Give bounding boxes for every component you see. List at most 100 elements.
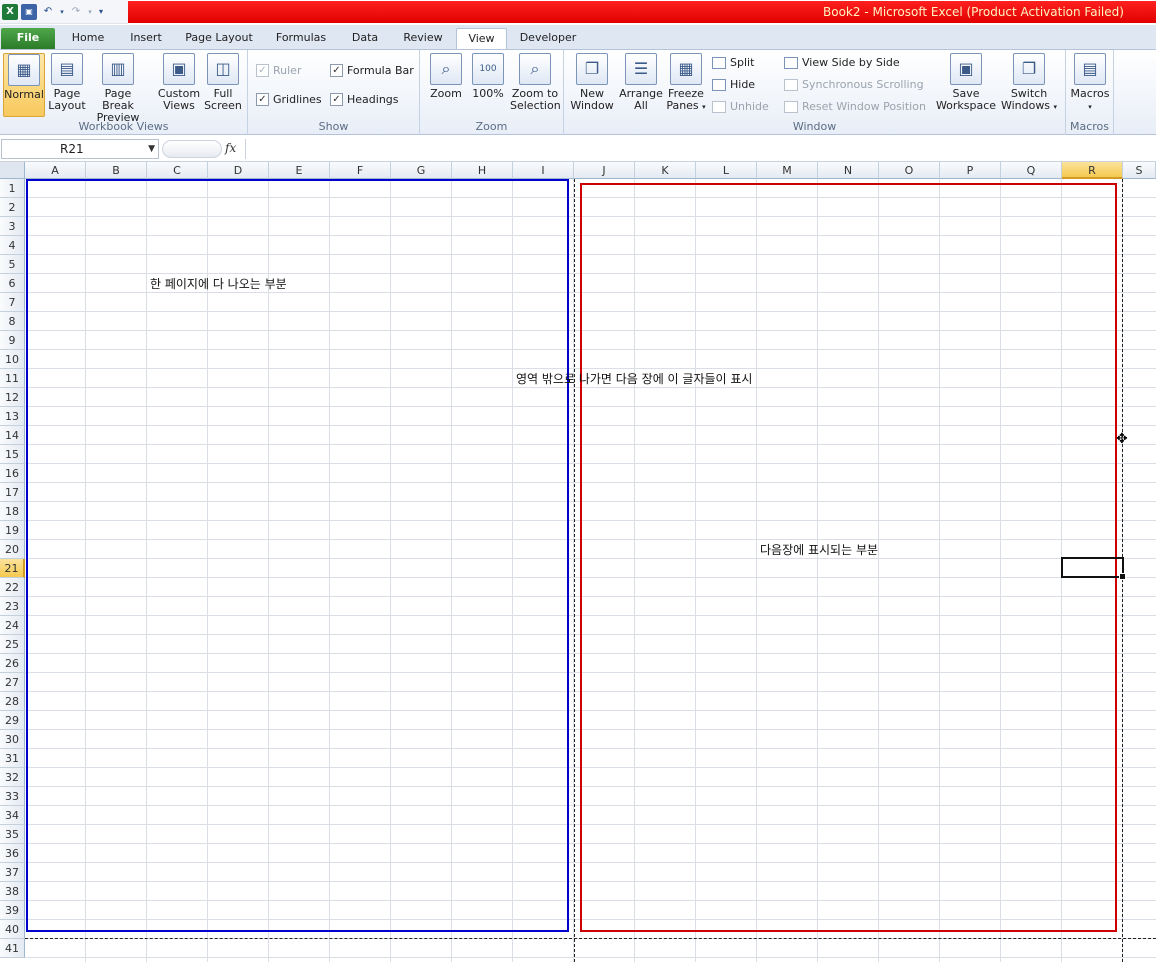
row-header-1[interactable]: 1 <box>0 179 25 198</box>
row-header-40[interactable]: 40 <box>0 920 25 939</box>
full-screen-button[interactable]: ◫ Full Screen <box>203 53 243 112</box>
gridlines-checkbox[interactable]: ✓ Gridlines <box>256 93 322 106</box>
column-header-n[interactable]: N <box>818 162 879 179</box>
tab-view[interactable]: View <box>456 28 507 49</box>
tab-file[interactable]: File <box>1 28 55 49</box>
row-header-4[interactable]: 4 <box>0 236 25 255</box>
excel-icon[interactable]: X <box>2 3 18 20</box>
row-header-13[interactable]: 13 <box>0 407 25 426</box>
undo-icon[interactable]: ↶ <box>40 4 56 20</box>
row-header-10[interactable]: 10 <box>0 350 25 369</box>
row-header-23[interactable]: 23 <box>0 597 25 616</box>
tab-formulas[interactable]: Formulas <box>268 28 334 49</box>
column-header-s[interactable]: S <box>1123 162 1156 179</box>
row-header-38[interactable]: 38 <box>0 882 25 901</box>
column-header-k[interactable]: K <box>635 162 696 179</box>
column-header-e[interactable]: E <box>269 162 330 179</box>
cell-area[interactable]: 한 페이지에 다 나오는 부분 영역 밖으로 나가면 다음 장에 이 글자들이 … <box>25 179 1156 962</box>
formula-bar-checkbox[interactable]: ✓ Formula Bar <box>330 64 414 77</box>
row-header-16[interactable]: 16 <box>0 464 25 483</box>
name-box[interactable]: R21 ▼ <box>1 139 159 159</box>
tab-developer[interactable]: Developer <box>514 28 582 49</box>
dropdown-icon[interactable]: ▼ <box>148 140 155 158</box>
row-header-17[interactable]: 17 <box>0 483 25 502</box>
row-header-26[interactable]: 26 <box>0 654 25 673</box>
row-header-24[interactable]: 24 <box>0 616 25 635</box>
split-button[interactable]: Split <box>712 56 754 69</box>
row-header-30[interactable]: 30 <box>0 730 25 749</box>
synchronous-scrolling-button[interactable]: Synchronous Scrolling <box>784 78 924 91</box>
row-header-7[interactable]: 7 <box>0 293 25 312</box>
row-header-12[interactable]: 12 <box>0 388 25 407</box>
headings-checkbox[interactable]: ✓ Headings <box>330 93 399 106</box>
formula-input[interactable] <box>245 139 1156 159</box>
row-header-41[interactable]: 41 <box>0 939 25 958</box>
row-header-19[interactable]: 19 <box>0 521 25 540</box>
row-header-33[interactable]: 33 <box>0 787 25 806</box>
row-header-27[interactable]: 27 <box>0 673 25 692</box>
column-header-b[interactable]: B <box>86 162 147 179</box>
column-header-m[interactable]: M <box>757 162 818 179</box>
row-header-31[interactable]: 31 <box>0 749 25 768</box>
column-header-l[interactable]: L <box>696 162 757 179</box>
reset-window-position-button[interactable]: Reset Window Position <box>784 100 926 113</box>
column-header-c[interactable]: C <box>147 162 208 179</box>
tab-insert[interactable]: Insert <box>121 28 171 49</box>
row-header-32[interactable]: 32 <box>0 768 25 787</box>
row-header-35[interactable]: 35 <box>0 825 25 844</box>
cell-c6-text[interactable]: 한 페이지에 다 나오는 부분 <box>150 275 287 292</box>
macros-button[interactable]: ▤ Macros ▾ <box>1070 53 1110 113</box>
row-header-18[interactable]: 18 <box>0 502 25 521</box>
page-break-preview-button[interactable]: ▥ Page Break Preview <box>89 53 147 124</box>
row-header-21[interactable]: 21 <box>0 559 25 578</box>
formula-bar-handle[interactable] <box>162 140 222 158</box>
dropdown-icon[interactable]: ▾ <box>87 4 93 20</box>
custom-views-button[interactable]: ▣ Custom Views <box>157 53 201 112</box>
dropdown-icon[interactable]: ▾ <box>59 4 65 20</box>
column-header-q[interactable]: Q <box>1001 162 1062 179</box>
cell-m20-text[interactable]: 다음장에 표시되는 부분 <box>760 541 878 558</box>
row-header-14[interactable]: 14 <box>0 426 25 445</box>
zoom-to-selection-button[interactable]: ⌕ Zoom to Selection <box>510 53 561 112</box>
row-header-37[interactable]: 37 <box>0 863 25 882</box>
select-all-button[interactable] <box>0 162 25 179</box>
column-header-a[interactable]: A <box>25 162 86 179</box>
save-icon[interactable]: ▣ <box>21 3 37 20</box>
row-header-20[interactable]: 20 <box>0 540 25 559</box>
column-header-i[interactable]: I <box>513 162 574 179</box>
page-layout-view-button[interactable]: ▤ Page Layout <box>47 53 87 112</box>
column-header-h[interactable]: H <box>452 162 513 179</box>
row-header-6[interactable]: 6 <box>0 274 25 293</box>
row-header-15[interactable]: 15 <box>0 445 25 464</box>
redo-icon[interactable]: ↷ <box>68 4 84 20</box>
new-window-button[interactable]: ❐ New Window <box>570 53 614 112</box>
tab-review[interactable]: Review <box>397 28 449 49</box>
row-header-39[interactable]: 39 <box>0 901 25 920</box>
tab-data[interactable]: Data <box>342 28 388 49</box>
tab-page-layout[interactable]: Page Layout <box>179 28 259 49</box>
column-header-j[interactable]: J <box>574 162 635 179</box>
row-header-2[interactable]: 2 <box>0 198 25 217</box>
customize-qat-icon[interactable]: ▾ <box>96 4 106 20</box>
row-header-11[interactable]: 11 <box>0 369 25 388</box>
view-side-by-side-button[interactable]: View Side by Side <box>784 56 900 69</box>
row-header-28[interactable]: 28 <box>0 692 25 711</box>
row-header-22[interactable]: 22 <box>0 578 25 597</box>
insert-function-icon[interactable]: fx <box>225 141 236 155</box>
row-header-34[interactable]: 34 <box>0 806 25 825</box>
row-header-36[interactable]: 36 <box>0 844 25 863</box>
column-header-g[interactable]: G <box>391 162 452 179</box>
arrange-all-button[interactable]: ☰ Arrange All <box>618 53 664 112</box>
row-header-3[interactable]: 3 <box>0 217 25 236</box>
ruler-checkbox[interactable]: ✓ Ruler <box>256 64 301 77</box>
row-header-8[interactable]: 8 <box>0 312 25 331</box>
row-header-25[interactable]: 25 <box>0 635 25 654</box>
hide-button[interactable]: Hide <box>712 78 755 91</box>
column-header-o[interactable]: O <box>879 162 940 179</box>
column-header-d[interactable]: D <box>208 162 269 179</box>
unhide-button[interactable]: Unhide <box>712 100 769 113</box>
zoom-button[interactable]: ⌕ Zoom <box>426 53 466 100</box>
row-header-9[interactable]: 9 <box>0 331 25 350</box>
active-cell[interactable] <box>1061 557 1126 580</box>
freeze-panes-button[interactable]: ▦ Freeze Panes ▾ <box>666 53 706 113</box>
